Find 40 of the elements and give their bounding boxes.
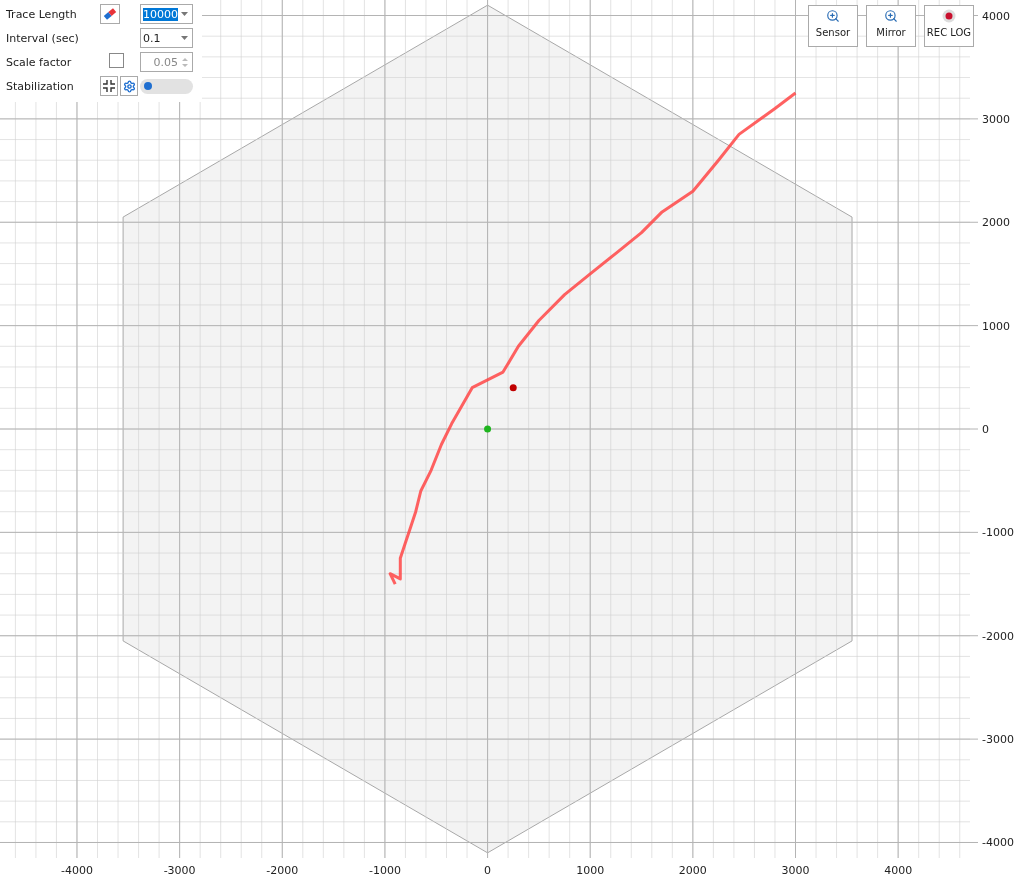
toolbar-button[interactable]: REC LOG [924,5,974,47]
interval-label: Interval (sec) [6,31,80,45]
y-axis-label: -3000 [982,733,1014,747]
collapse-button[interactable] [100,76,118,96]
zoom-in-icon [884,9,898,23]
interval-dropdown[interactable]: 0.1 [140,28,193,48]
x-axis-label: -2000 [266,864,299,877]
stabilization-label: Stabilization [6,79,75,93]
y-axis-label: -4000 [982,836,1014,850]
y-axis-label: 4000 [982,9,1010,23]
caret-icon [181,12,188,16]
caret-icon [181,36,188,40]
x-axis-label: 1000 [576,864,605,877]
x-axis-label: 4000 [884,864,913,877]
eraser-icon [103,7,117,21]
toolbar-button[interactable]: Mirror [866,5,916,47]
y-axis-label: -1000 [982,526,1014,540]
scale-factor-label: Scale factor [6,55,73,69]
y-axis-label: 3000 [982,112,1010,126]
collapse-icon [103,80,115,92]
y-axis-label: 1000 [982,319,1010,333]
settings-button[interactable] [120,76,138,96]
x-axis-label: -4000 [61,864,93,877]
x-axis-label: -3000 [163,864,196,877]
x-axis-label: 0 [484,864,492,877]
zoom-in-icon [826,9,840,23]
y-axis-label: 0 [982,423,989,436]
spin-arrows-icon [182,56,188,68]
x-axis-label: 2000 [678,864,707,877]
stabilization-switch[interactable] [140,78,193,94]
y-axis-label: -2000 [982,629,1014,643]
trace-length-label: Trace Length [6,7,78,21]
record-icon [942,9,956,23]
x-axis-label: 3000 [781,864,810,877]
x-axis-label: -1000 [368,864,401,877]
settings-icon [122,79,136,93]
toolbar-button[interactable]: Sensor [808,5,858,47]
clear-trace-button[interactable] [100,4,120,24]
y-axis-label: 2000 [982,216,1010,230]
trace-length-dropdown[interactable]: 10000 [140,4,193,24]
